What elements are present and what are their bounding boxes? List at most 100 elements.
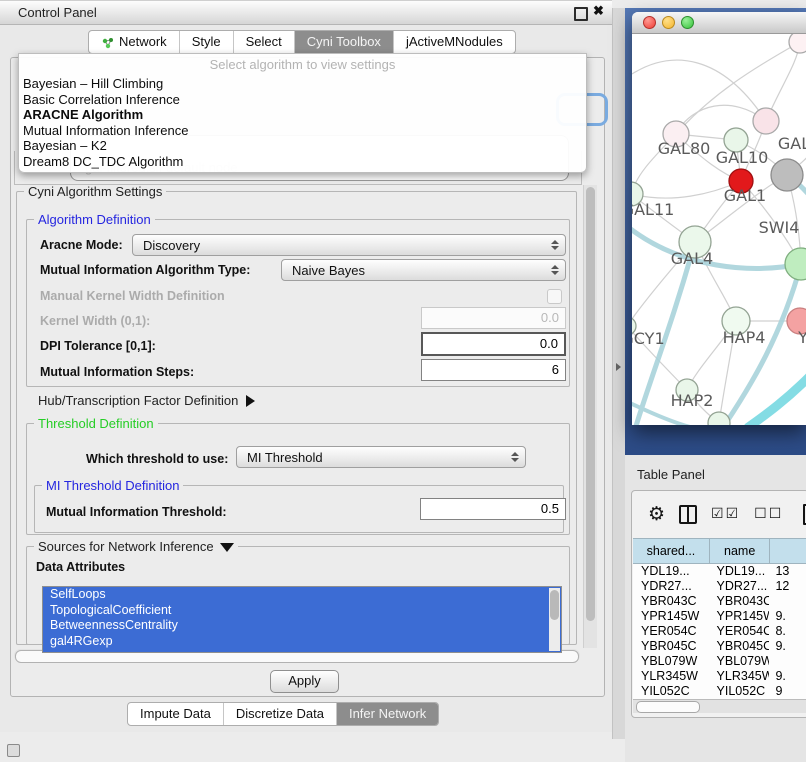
float-window-icon[interactable] <box>574 7 588 21</box>
table-row[interactable]: YIL052CYIL052C9 <box>633 684 806 699</box>
attribute-item[interactable]: BetweennessCentrality <box>43 618 561 634</box>
algorithm-option[interactable]: Bayesian – Hill Climbing <box>19 76 586 92</box>
deselect-all-icon[interactable]: ☐☐ <box>754 506 783 522</box>
control-panel-titlebar: Control Panel ✖ <box>0 1 612 25</box>
algorithm-definition-title: Algorithm Definition <box>34 212 155 227</box>
node-attribute-table[interactable]: shared...name YDL19...YDL19...13YDR27...… <box>633 538 806 699</box>
select-all-icon[interactable]: ☑☑ <box>711 506 740 522</box>
aracne-mode-label: Aracne Mode: <box>40 238 123 252</box>
table-cell <box>769 654 806 669</box>
close-icon[interactable]: ✖ <box>593 3 604 19</box>
vertical-scrollbar-thumb[interactable] <box>586 187 595 621</box>
collapsed-panel-icon[interactable] <box>7 744 20 757</box>
tab-select[interactable]: Select <box>234 31 295 53</box>
control-panel-title: Control Panel <box>18 5 97 20</box>
table-cell: YPR145W <box>633 609 709 624</box>
table-cell: YBR045C <box>709 639 770 654</box>
algorithm-dropdown-placeholder: Select algorithm to view settings <box>19 54 586 76</box>
attribute-item[interactable]: SelfLoops <box>43 587 561 603</box>
cyni-algorithm-settings-title: Cyni Algorithm Settings <box>24 184 166 199</box>
splitpane-divider[interactable] <box>612 8 626 739</box>
table-cell: YBL079W <box>709 654 770 669</box>
table-row[interactable]: YDR27...YDR27...12 <box>633 579 806 594</box>
which-threshold-label: Which threshold to use: <box>86 452 228 466</box>
table-header-cell[interactable]: shared... <box>633 539 710 563</box>
data-attributes-label: Data Attributes <box>36 560 125 574</box>
column-selector-icon[interactable] <box>679 505 697 524</box>
table-cell: YDR27... <box>633 579 709 594</box>
table-row[interactable]: YDL19...YDL19...13 <box>633 564 806 579</box>
attributes-scrollbar-thumb[interactable] <box>550 590 559 620</box>
mi-type-value: Naive Bayes <box>282 263 547 278</box>
tab-network[interactable]: Network <box>89 31 180 53</box>
zoom-traffic-light[interactable] <box>681 16 694 29</box>
kernel-width-input[interactable]: 0.0 <box>421 307 566 329</box>
expanded-arrow-icon[interactable] <box>220 543 234 552</box>
apply-button[interactable]: Apply <box>270 670 339 693</box>
node-label: GAL10 <box>716 148 769 167</box>
table-row[interactable]: YBL079WYBL079W <box>633 654 806 669</box>
table-scrollbar-thumb[interactable] <box>636 701 700 713</box>
tab-cyni-toolbox[interactable]: Cyni Toolbox <box>295 31 394 53</box>
mi-steps-input[interactable]: 6 <box>421 359 566 381</box>
tab-impute-data[interactable]: Impute Data <box>128 703 224 725</box>
tab-label: Impute Data <box>140 703 211 725</box>
splitpane-collapse-icon[interactable] <box>616 363 621 371</box>
tab-infer-network[interactable]: Infer Network <box>337 703 438 725</box>
network-node[interactable] <box>785 248 806 280</box>
network-node[interactable] <box>753 108 779 134</box>
algorithm-option[interactable]: Bayesian – K2 <box>19 138 586 154</box>
aracne-mode-value: Discovery <box>133 238 547 253</box>
network-desktop: GALGAL80GAL10GAL1GAL11SWI4GAL4GCY1HAP4YH… <box>625 8 806 455</box>
network-node[interactable] <box>789 34 806 53</box>
tab-discretize-data[interactable]: Discretize Data <box>224 703 337 725</box>
sources-title-text: Sources for Network Inference <box>38 539 214 554</box>
algorithm-option[interactable]: ARACNE Algorithm <box>19 107 586 123</box>
table-horizontal-scrollbar[interactable] <box>633 699 806 713</box>
table-cell: 9 <box>769 684 806 699</box>
which-threshold-select[interactable]: MI Threshold <box>236 446 526 468</box>
table-header-cell[interactable]: name <box>710 539 770 563</box>
table-row[interactable]: YBR043CYBR043C <box>633 594 806 609</box>
data-attributes-list[interactable]: SelfLoopsTopologicalCoefficientBetweenne… <box>42 586 562 653</box>
dpi-tolerance-input[interactable]: 0.0 <box>421 332 566 356</box>
control-panel-window: Control Panel ✖ NetworkStyleSelectCyni T… <box>0 0 612 732</box>
algorithm-option[interactable]: Basic Correlation Inference <box>19 92 586 108</box>
table-header-row[interactable]: shared...name <box>633 538 806 564</box>
network-node[interactable] <box>708 412 730 425</box>
table-row[interactable]: YBR045CYBR045C9. <box>633 639 806 654</box>
manual-kernel-checkbox[interactable] <box>547 289 562 304</box>
combo-arrows-icon <box>547 240 563 250</box>
cyni-bottom-tabs: Impute Data Discretize Data Infer Network <box>127 702 439 726</box>
attribute-item[interactable]: TopologicalCoefficient <box>43 603 561 619</box>
node-label: GAL4 <box>671 249 713 268</box>
algorithm-option[interactable]: Mutual Information Inference <box>19 123 586 139</box>
table-header-cell[interactable] <box>770 539 806 563</box>
attributes-list-scrollbar[interactable] <box>549 588 560 651</box>
minimize-traffic-light[interactable] <box>662 16 675 29</box>
hub-definition-toggle[interactable]: Hub/Transcription Factor Definition <box>38 393 255 408</box>
table-cell: 9. <box>769 609 806 624</box>
algorithm-option[interactable]: Dream8 DC_TDC Algorithm <box>19 154 586 170</box>
attribute-item[interactable]: gal4RGexp <box>43 634 561 650</box>
node-label: Y <box>797 328 806 347</box>
table-row[interactable]: YPR145WYPR145W9. <box>633 609 806 624</box>
tab-style[interactable]: Style <box>180 31 234 53</box>
network-node[interactable] <box>771 159 803 191</box>
node-label: GAL80 <box>658 139 711 158</box>
mi-algorithm-type-select[interactable]: Naive Bayes <box>281 259 566 281</box>
aracne-mode-select[interactable]: Discovery <box>132 234 566 256</box>
tab-jactivemnodules[interactable]: jActiveMNodules <box>394 31 515 53</box>
table-panel-body: ⚙ ☑☑ ☐☐ shared...name YDL19...YDL19...13… <box>631 490 806 718</box>
settings-gear-icon[interactable]: ⚙ <box>648 505 665 524</box>
network-icon <box>101 36 114 49</box>
tab-label: Infer Network <box>349 703 426 725</box>
close-traffic-light[interactable] <box>643 16 656 29</box>
settings-vertical-scrollbar[interactable] <box>583 185 597 648</box>
mi-threshold-definition-title: MI Threshold Definition <box>42 478 183 493</box>
table-row[interactable]: YLR345WYLR345W9. <box>633 669 806 684</box>
table-row[interactable]: YER054CYER054C8. <box>633 624 806 639</box>
network-canvas[interactable]: GALGAL80GAL10GAL1GAL11SWI4GAL4GCY1HAP4YH… <box>632 34 806 425</box>
mi-threshold-input[interactable]: 0.5 <box>420 498 566 520</box>
combo-arrows-icon <box>507 452 523 462</box>
